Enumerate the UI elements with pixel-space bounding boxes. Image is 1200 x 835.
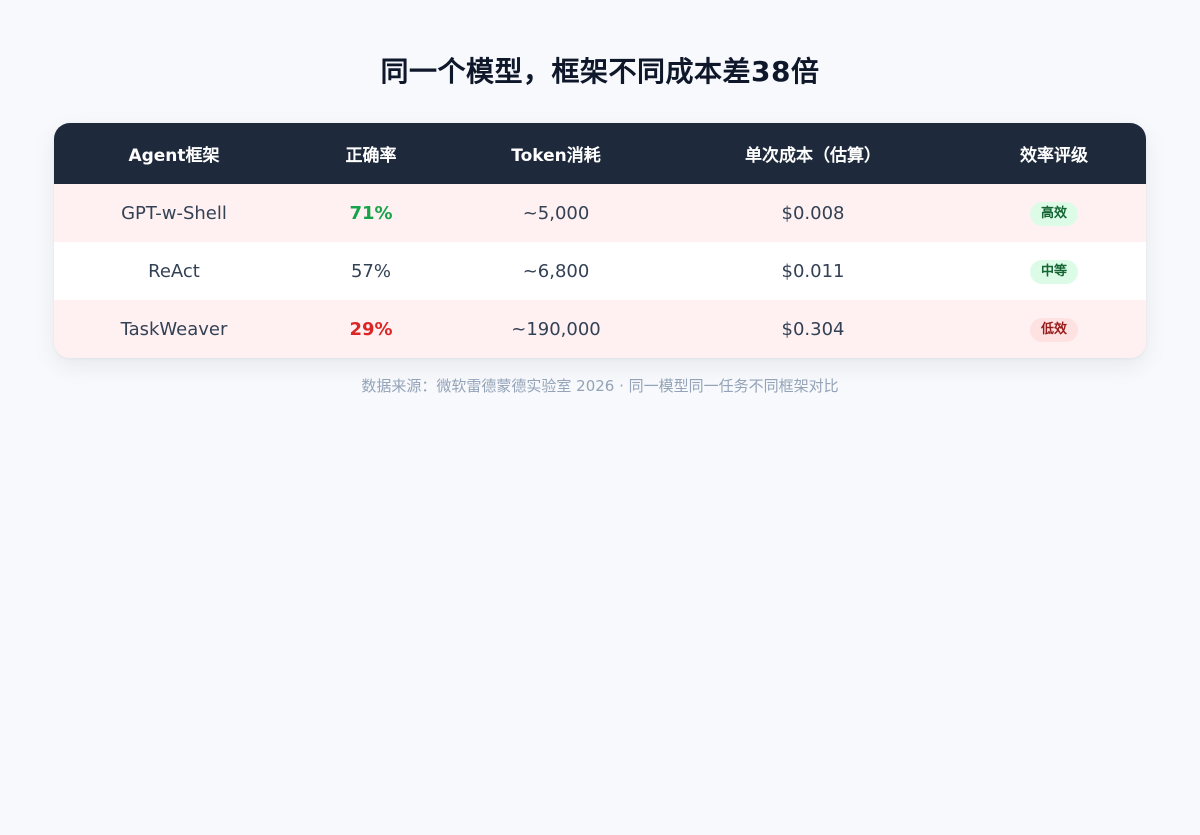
cell-rating: 低效 bbox=[962, 300, 1146, 358]
page-title: 同一个模型，框架不同成本差38倍 bbox=[380, 55, 820, 88]
rating-badge: 高效 bbox=[1029, 201, 1078, 226]
cell-cost: $0.304 bbox=[781, 318, 845, 340]
cell-framework: TaskWeaver bbox=[120, 318, 228, 340]
cell-accuracy: 71% bbox=[349, 202, 393, 224]
cell-framework: ReAct bbox=[148, 260, 200, 282]
header-framework: Agent框架 bbox=[128, 146, 220, 166]
cell-accuracy: 57% bbox=[350, 260, 391, 282]
table-row: TaskWeaver 29% ~190,000 $0.304 低效 bbox=[54, 300, 1146, 358]
table-header-row: Agent框架 正确率 Token消耗 单次成本（估算） 效率评级 bbox=[54, 123, 1146, 184]
cell-accuracy: 29% bbox=[349, 318, 393, 340]
cell-cost: $0.008 bbox=[781, 202, 845, 224]
table-row: GPT-w-Shell 71% ~5,000 $0.008 高效 bbox=[54, 184, 1146, 242]
table-row: ReAct 57% ~6,800 $0.011 中等 bbox=[54, 242, 1146, 300]
cell-cost: $0.011 bbox=[781, 260, 845, 282]
cell-tokens: ~190,000 bbox=[511, 318, 601, 340]
header-cost: 单次成本（估算） bbox=[745, 146, 881, 166]
comparison-table-card: Agent框架 正确率 Token消耗 单次成本（估算） 效率评级 GPT-w-… bbox=[54, 123, 1146, 358]
cell-rating: 高效 bbox=[962, 184, 1146, 242]
header-rating: 效率评级 bbox=[1020, 146, 1088, 166]
cell-tokens: ~5,000 bbox=[522, 202, 590, 224]
cell-tokens: ~6,800 bbox=[522, 260, 590, 282]
header-accuracy: 正确率 bbox=[345, 146, 397, 166]
header-tokens: Token消耗 bbox=[511, 146, 601, 166]
cell-framework: GPT-w-Shell bbox=[121, 202, 227, 224]
comparison-table: Agent框架 正确率 Token消耗 单次成本（估算） 效率评级 GPT-w-… bbox=[54, 123, 1146, 358]
cell-rating: 中等 bbox=[962, 242, 1146, 300]
rating-badge: 低效 bbox=[1029, 317, 1078, 342]
rating-badge: 中等 bbox=[1029, 259, 1078, 284]
source-note: 数据来源：微软雷德蒙德实验室 2026 · 同一模型同一任务不同框架对比 bbox=[361, 377, 839, 395]
